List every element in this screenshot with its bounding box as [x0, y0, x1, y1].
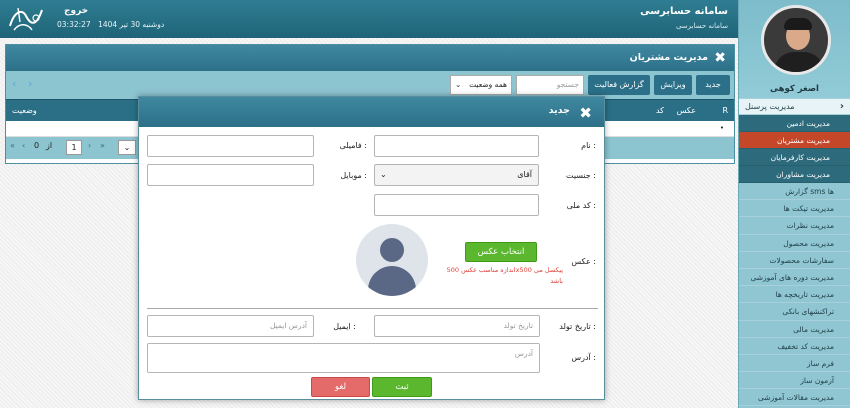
chevron-down-icon: ⌄ — [455, 80, 462, 89]
column-r[interactable]: R — [722, 106, 728, 115]
page-number-input[interactable]: 1 — [66, 140, 82, 155]
current-time: 03:32:27 — [57, 20, 91, 29]
page-of: از — [46, 141, 53, 150]
submit-button[interactable]: ثبت — [372, 377, 432, 397]
sidebar-submenu: مدیریت ادمین مدیریت مشتریان مدیریت کارفر… — [739, 115, 850, 183]
national-code-label: کد ملی : — [566, 201, 596, 210]
divider — [147, 308, 598, 309]
prev-page-icon[interactable]: ‹ — [22, 141, 25, 150]
sidebar-item-bank-transactions[interactable]: تراکنشهای بانکی — [739, 303, 850, 321]
sidebar-item-form-builder[interactable]: فرم ساز — [739, 355, 850, 373]
national-code-input[interactable] — [374, 194, 539, 216]
sidebar-item-employers[interactable]: مدیریت کارفرمایان — [739, 149, 850, 166]
chevron-right-icon: › — [839, 101, 844, 112]
activity-report-button[interactable]: گزارش فعالیت — [588, 75, 650, 95]
first-name-label: نام : — [581, 141, 596, 150]
new-button[interactable]: جدید — [696, 75, 730, 95]
first-name-input[interactable] — [374, 135, 539, 157]
row-marker-icon: • — [719, 124, 724, 132]
chevron-down-icon: ⌄ — [380, 170, 387, 179]
photo-placeholder-icon — [356, 224, 428, 296]
sidebar-item-sms-report[interactable]: گزارش sms ها — [739, 183, 850, 201]
photo-label: عکس : — [571, 257, 596, 266]
column-code[interactable]: کد — [656, 106, 664, 115]
column-photo[interactable]: عکس — [677, 106, 696, 115]
email-input[interactable]: آدرس ایمیل — [147, 315, 314, 337]
current-date: دوشنبه 30 تیر 1404 — [98, 20, 165, 29]
gender-select-value: آقای — [517, 170, 532, 179]
dialog-header: جدید ✖ — [139, 97, 604, 127]
page-size-select[interactable]: ⌄ — [118, 140, 136, 155]
close-icon[interactable]: ✖ — [714, 50, 726, 66]
app-subtitle: سامانه حسابرسی — [675, 22, 728, 30]
sidebar-item-discount-codes[interactable]: مدیریت کد تخفیف — [739, 338, 850, 355]
sidebar-item-articles[interactable]: مدیریت مقالات آموزشی — [739, 389, 850, 407]
gender-label: جنسیت : — [565, 171, 596, 180]
sidebar-item-courses[interactable]: مدیریت دوره های آموزشی — [739, 269, 850, 287]
sidebar-item-admins[interactable]: مدیریت ادمین — [739, 115, 850, 132]
next-page-icon[interactable]: › — [88, 141, 91, 150]
edit-button[interactable]: ویرایش — [654, 75, 692, 95]
birth-date-input[interactable]: تاریخ تولد — [374, 315, 540, 337]
sidebar-section-personnel[interactable]: مدیریت پرسنل › — [739, 98, 850, 115]
sidebar-item-products[interactable]: مدیریت محصول — [739, 235, 850, 252]
column-status[interactable]: وضعیت — [12, 106, 37, 115]
dialog-title: جدید — [548, 105, 570, 116]
choose-photo-button[interactable]: انتخاب عکس — [465, 242, 537, 262]
user-name: اصغر کوهی — [770, 84, 819, 94]
mobile-input[interactable] — [147, 164, 314, 186]
sidebar-item-consultants[interactable]: مدیریت مشاوران — [739, 166, 850, 183]
sidebar-item-orders[interactable]: سفارشات محصولات — [739, 252, 850, 269]
date-time: دوشنبه 30 تیر 1404 03:32:27 — [52, 20, 164, 29]
last-name-input[interactable] — [147, 135, 314, 157]
photo-size-hint-line-2: باشد — [550, 277, 563, 285]
photo-size-hint-line-1: اندازه مناسب عکس 500x500 پیکسل می — [446, 266, 563, 274]
address-label: آدرس : — [571, 353, 596, 362]
logout-link[interactable]: خروج — [64, 6, 88, 16]
sidebar-item-customers[interactable]: مدیریت مشتریان — [739, 132, 850, 149]
panel-toolbar: جدید ویرایش گزارش فعالیت جستجو همه وضعیت… — [6, 71, 734, 99]
panel-header: مدیریت مشتریان ✖ — [6, 45, 734, 71]
avatar — [761, 5, 831, 75]
sidebar: اصغر کوهی مدیریت پرسنل › مدیریت ادمین مد… — [738, 0, 850, 408]
sidebar-section-label: مدیریت پرسنل — [745, 102, 795, 111]
sidebar-item-finance[interactable]: مدیریت مالی — [739, 321, 850, 338]
birth-date-label: تاریخ تولد : — [559, 322, 596, 331]
sidebar-item-tickets[interactable]: مدیریت تیکت ها — [739, 200, 850, 218]
close-icon[interactable]: ✖ — [579, 104, 592, 122]
status-select-value: همه وضعیت — [469, 80, 507, 89]
sidebar-item-comments[interactable]: مدیریت نظرات — [739, 217, 850, 235]
panel-title: مدیریت مشتریان — [629, 52, 708, 63]
new-customer-dialog: جدید ✖ نام : فامیلی : جنسیت : آقای ⌄ موب… — [138, 96, 605, 400]
photo-size-hint: اندازه مناسب عکس 500x500 پیکسل می باشد — [437, 265, 563, 287]
sidebar-item-histories[interactable]: مدیریت تاریخچه ها — [739, 286, 850, 304]
address-textarea[interactable]: آدرس — [147, 343, 540, 373]
sidebar-item-exam-builder[interactable]: آزمون ساز — [739, 372, 850, 390]
sidebar-profile: اصغر کوهی — [739, 0, 850, 98]
page-total: 0 — [34, 141, 40, 150]
email-label: ایمیل : — [333, 322, 356, 331]
top-header: سامانه حسابرسی سامانه حسابرسی خروج دوشنب… — [0, 0, 738, 38]
last-page-icon[interactable]: » — [100, 141, 105, 150]
status-select[interactable]: همه وضعیت ⌄ — [450, 75, 512, 95]
chevron-right-icon[interactable]: › — [28, 77, 32, 90]
app-title: سامانه حسابرسی — [640, 6, 728, 17]
first-page-icon[interactable]: « — [10, 141, 15, 150]
chevron-left-icon[interactable]: ‹ — [12, 77, 16, 90]
mobile-label: موبایل : — [340, 171, 367, 180]
cancel-button[interactable]: لغو — [311, 377, 370, 397]
last-name-label: فامیلی : — [339, 141, 367, 150]
search-input[interactable]: جستجو — [516, 75, 584, 95]
gender-select[interactable]: آقای ⌄ — [374, 164, 539, 186]
calligraphy-logo — [9, 7, 43, 31]
